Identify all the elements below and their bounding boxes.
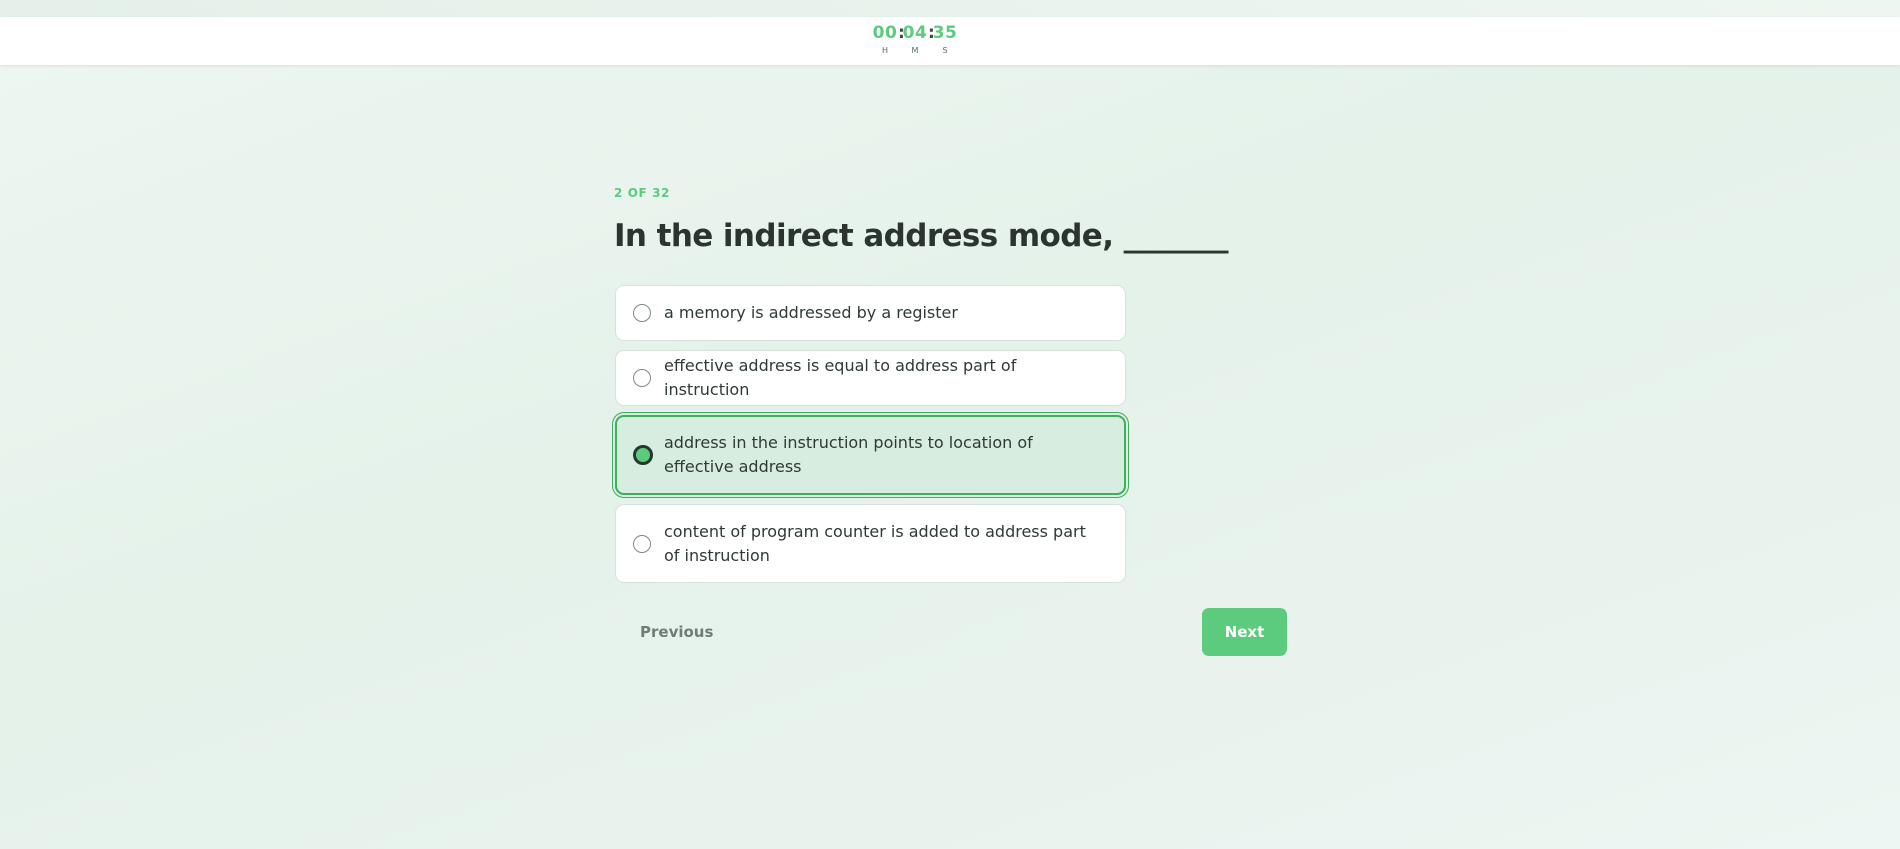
question-counter: 2 OF 32 xyxy=(614,186,671,200)
question-text: In the indirect address mode, _______ xyxy=(614,218,1229,254)
answer-option-1[interactable]: a memory is addressed by a register xyxy=(615,285,1126,341)
radio-button[interactable] xyxy=(633,534,651,553)
timer-seconds-value: 35 xyxy=(932,23,958,43)
radio-button-selected[interactable] xyxy=(633,445,653,465)
header-bar: 00 H : 04 M : 35 S xyxy=(0,17,1900,65)
timer-hours-value: 00 xyxy=(872,23,898,43)
timer-minutes-value: 04 xyxy=(902,23,928,43)
answer-option-4[interactable]: content of program counter is added to a… xyxy=(615,504,1126,583)
radio-button[interactable] xyxy=(633,304,651,322)
countdown-timer: 00 H : 04 M : 35 S xyxy=(872,23,958,56)
next-button[interactable]: Next xyxy=(1202,608,1287,656)
answer-option-3[interactable]: address in the instruction points to loc… xyxy=(615,415,1126,495)
answer-option-2[interactable]: effective address is equal to address pa… xyxy=(615,350,1126,406)
timer-hours-label: H xyxy=(881,46,888,55)
top-strip xyxy=(0,0,1900,17)
answer-option-label: effective address is equal to address pa… xyxy=(664,356,1017,399)
timer-minutes: 04 M xyxy=(902,23,928,56)
answer-option-label: address in the instruction points to loc… xyxy=(664,433,1033,476)
answer-option-label: content of program counter is added to a… xyxy=(664,521,1086,565)
timer-seconds: 35 S xyxy=(932,23,958,56)
timer-seconds-label: S xyxy=(942,46,948,55)
answer-option-label: a memory is addressed by a register xyxy=(664,303,958,322)
timer-hours: 00 H xyxy=(872,23,898,56)
previous-button[interactable]: Previous xyxy=(624,615,729,649)
radio-button[interactable] xyxy=(633,369,651,387)
timer-minutes-label: M xyxy=(911,46,919,55)
